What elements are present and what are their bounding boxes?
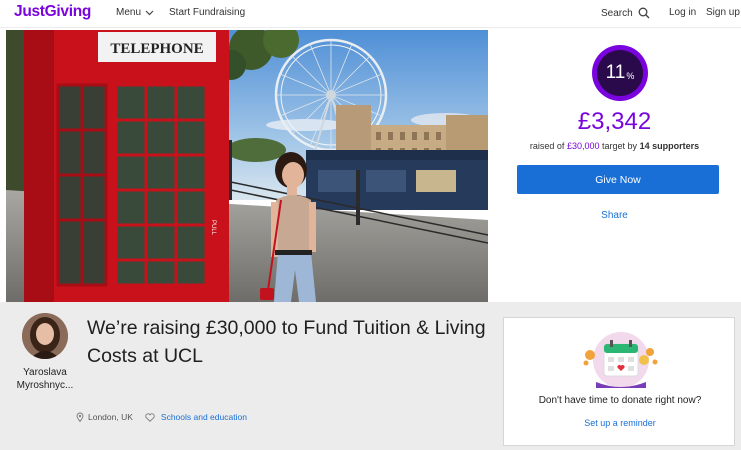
avatar[interactable] (22, 313, 68, 359)
chevron-down-icon (145, 10, 154, 15)
reminder-card: Don't have time to donate right now? Set… (503, 317, 735, 446)
progress-ring: 11% (592, 45, 648, 101)
category-link[interactable]: Schools and education (161, 412, 247, 422)
search-icon (638, 7, 650, 19)
percent-symbol: % (626, 70, 635, 81)
calendar-icon (583, 332, 658, 388)
page-meta: London, UK Schools and education (76, 412, 247, 422)
raised-prefix: raised of (529, 141, 565, 151)
reminder-question: Don't have time to donate right now? (538, 395, 702, 406)
progress-percent: 11% (597, 50, 643, 96)
booth-door-sign: PULL (210, 220, 216, 236)
raised-summary: raised of £30,000 target by 14 supporter… (488, 141, 741, 151)
location-label: London, UK (88, 412, 133, 422)
signup-link[interactable]: Sign up (706, 7, 740, 18)
search-label: Search (601, 7, 633, 19)
page-title: We’re raising £30,000 to Fund Tuition & … (87, 317, 486, 367)
owner-first-name: Yaroslava (23, 367, 67, 378)
menu-button[interactable]: Menu (116, 7, 154, 18)
owner-name[interactable]: Yaroslava Myroshnyc... (14, 366, 76, 392)
give-now-button[interactable]: Give Now (517, 165, 719, 194)
share-link[interactable]: Share (488, 210, 741, 221)
login-link[interactable]: Log in (669, 7, 696, 18)
percent-value: 11 (605, 62, 626, 83)
menu-label: Menu (116, 7, 142, 18)
avatar-image (22, 313, 68, 359)
location-pin-icon (76, 412, 84, 422)
hero-photo: TELEPHONE PULL (6, 30, 488, 302)
amount-raised: £3,342 (577, 108, 652, 135)
target-mid: target by (602, 141, 638, 151)
set-reminder-link[interactable]: Set up a reminder (504, 418, 736, 428)
hero-illustration: TELEPHONE PULL (6, 30, 488, 302)
supporters-count: 14 supporters (639, 141, 700, 151)
booth-sign: TELEPHONE (110, 41, 203, 57)
justgiving-logo[interactable]: JustGiving (14, 3, 91, 21)
start-fundraising-link[interactable]: Start Fundraising (169, 7, 245, 18)
heart-icon (145, 412, 155, 422)
top-navigation: JustGiving Menu Start Fundraising Search… (0, 0, 741, 28)
target-amount: £30,000 (566, 141, 600, 151)
search-button[interactable]: Search (601, 7, 650, 19)
owner-last-name: Myroshnyc... (16, 380, 74, 391)
donation-panel: 11% £3,342 raised of £30,000 target by 1… (488, 30, 741, 302)
